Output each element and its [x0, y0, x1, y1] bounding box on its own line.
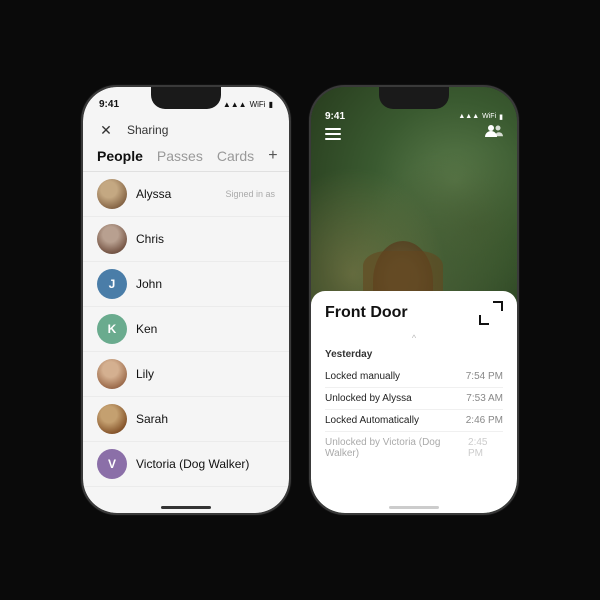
- avatar-john: J: [97, 269, 127, 299]
- log-time: 7:54 PM: [466, 371, 503, 382]
- close-button[interactable]: ✕: [97, 121, 115, 139]
- list-item[interactable]: V Victoria (Dog Walker): [83, 442, 289, 487]
- log-entry-3: Locked Automatically 2:46 PM: [325, 410, 503, 432]
- avatar-victoria: V: [97, 449, 127, 479]
- wifi-icon: WiFi: [250, 100, 266, 109]
- list-item[interactable]: J John: [83, 262, 289, 307]
- battery-icon-2: ▮: [499, 113, 503, 121]
- log-action: Unlocked by Victoria (Dog Walker): [325, 437, 468, 459]
- home-bar-2: [389, 506, 439, 509]
- bottom-card: Front Door ^ Yesterday Locked manually 7…: [311, 291, 517, 513]
- people-icon[interactable]: [485, 123, 503, 144]
- phone-2: Home 9:41 ▲▲▲ WiFi ▮: [309, 85, 519, 515]
- log-action: Unlocked by Alyssa: [325, 393, 412, 404]
- log-action: Locked Automatically: [325, 415, 419, 426]
- log-entry-1: Locked manually 7:54 PM: [325, 366, 503, 388]
- list-item[interactable]: K Ken: [83, 307, 289, 352]
- person-name: Lily: [136, 367, 275, 381]
- phone2-header: 9:41 ▲▲▲ WiFi ▮: [311, 111, 517, 122]
- card-title: Front Door: [325, 304, 408, 322]
- log-entry-2: Unlocked by Alyssa 7:53 AM: [325, 388, 503, 410]
- people-list: Alyssa Signed in as Chris J John K Ken: [83, 172, 289, 487]
- tabs-row: People Passes Cards +: [83, 143, 289, 172]
- sharing-title: Sharing: [127, 123, 168, 137]
- tab-passes[interactable]: Passes: [157, 148, 203, 164]
- list-item[interactable]: Lily: [83, 352, 289, 397]
- status-time-1: 9:41: [99, 99, 119, 110]
- chevron-up-icon[interactable]: ^: [325, 333, 503, 343]
- list-item[interactable]: Sarah: [83, 397, 289, 442]
- person-name: Chris: [136, 232, 275, 246]
- scan-icon[interactable]: [479, 301, 503, 325]
- avatar-ken: K: [97, 314, 127, 344]
- status-time-2: 9:41: [325, 111, 345, 122]
- home-bar: [161, 506, 211, 509]
- list-item[interactable]: Chris: [83, 217, 289, 262]
- avatar-sarah: [97, 404, 127, 434]
- tab-people[interactable]: People: [97, 148, 143, 164]
- status-icons-1: ▲▲▲ WiFi ▮: [223, 100, 273, 109]
- avatar-alyssa: [97, 179, 127, 209]
- person-name: Alyssa: [136, 187, 216, 201]
- menu-icon[interactable]: [325, 128, 341, 140]
- signal-icon-2: ▲▲▲: [458, 113, 479, 120]
- log-time: 7:53 AM: [466, 393, 503, 404]
- person-name: Victoria (Dog Walker): [136, 457, 275, 471]
- person-meta: Signed in as: [225, 189, 275, 199]
- log-entry-4: Unlocked by Victoria (Dog Walker) 2:45 P…: [325, 432, 503, 464]
- log-time: 2:45 PM: [468, 437, 503, 459]
- avatar-lily: [97, 359, 127, 389]
- phone-1: 9:41 ▲▲▲ WiFi ▮ ✕ Sharing People Passes …: [81, 85, 291, 515]
- notch: [151, 87, 221, 109]
- person-name: Sarah: [136, 412, 275, 426]
- log-action: Locked manually: [325, 371, 400, 382]
- card-title-row: Front Door: [325, 301, 503, 325]
- add-tab-button[interactable]: +: [268, 147, 277, 165]
- log-time: 2:46 PM: [466, 415, 503, 426]
- wifi-icon-2: WiFi: [482, 113, 496, 120]
- person-name: John: [136, 277, 275, 291]
- person-name: Ken: [136, 322, 275, 336]
- battery-icon: ▮: [269, 100, 273, 109]
- avatar-chris: [97, 224, 127, 254]
- signal-icon: ▲▲▲: [223, 100, 247, 109]
- log-section-title: Yesterday: [325, 349, 503, 360]
- notch-2: [379, 87, 449, 109]
- sharing-header: ✕ Sharing: [83, 115, 289, 143]
- list-item[interactable]: Alyssa Signed in as: [83, 172, 289, 217]
- tab-cards[interactable]: Cards: [217, 148, 254, 164]
